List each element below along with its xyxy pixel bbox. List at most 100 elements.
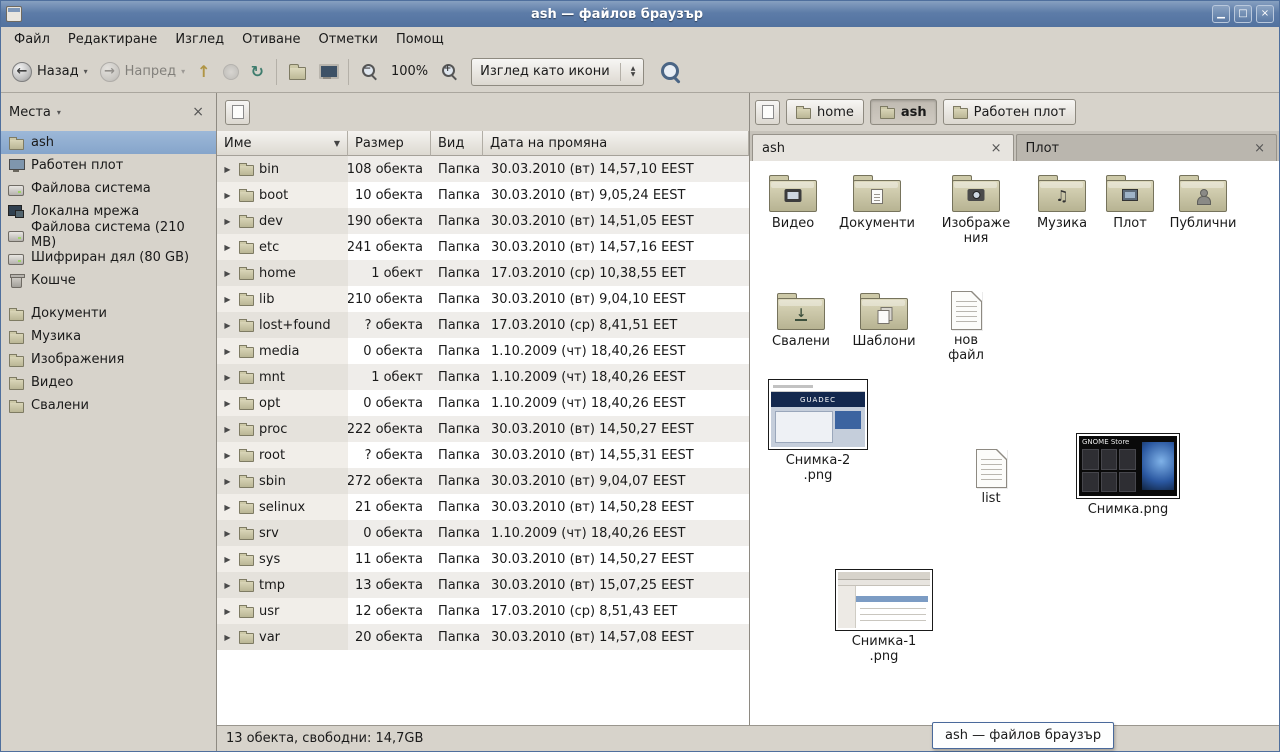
expander-icon[interactable]: ▶	[222, 243, 233, 252]
sidebar-close-button[interactable]: ×	[188, 104, 208, 120]
expander-icon[interactable]: ▶	[222, 529, 233, 538]
tree-row-home[interactable]: ▶home1 обектПапка17.03.2010 (ср) 10,38,5…	[217, 260, 749, 286]
tab-close-icon[interactable]: ×	[989, 141, 1004, 156]
sidebar-item-filesystem-210mb[interactable]: Файлова система (210 MB)	[1, 223, 216, 246]
tree-row-root[interactable]: ▶root? обектаПапка30.03.2010 (вт) 14,55,…	[217, 442, 749, 468]
tree-row-sbin[interactable]: ▶sbin272 обектаПапка30.03.2010 (вт) 9,04…	[217, 468, 749, 494]
close-button[interactable]: ×	[1256, 5, 1274, 23]
sidebar-mode-select[interactable]: Места ▾	[9, 105, 61, 120]
expander-icon[interactable]: ▶	[222, 425, 233, 434]
expander-icon[interactable]: ▶	[222, 321, 233, 330]
expander-icon[interactable]: ▶	[222, 581, 233, 590]
tree-row-dev[interactable]: ▶dev190 обектаПапка30.03.2010 (вт) 14,51…	[217, 208, 749, 234]
menu-edit[interactable]: Редактиране	[59, 29, 166, 50]
expander-icon[interactable]: ▶	[222, 477, 233, 486]
pathbar-edit-button[interactable]	[755, 100, 780, 125]
file-item-music[interactable]: ♫Музика	[1027, 173, 1097, 231]
file-item-new-file[interactable]: нов файл	[934, 291, 998, 363]
path-button-home[interactable]: home	[786, 99, 864, 125]
sidebar-item-ash[interactable]: ash	[1, 131, 216, 154]
tree-row-mnt[interactable]: ▶mnt1 обектПапка1.10.2009 (чт) 18,40,26 …	[217, 364, 749, 390]
sidebar-item-documents[interactable]: Документи	[1, 302, 216, 325]
search-button[interactable]	[654, 55, 687, 88]
home-button[interactable]	[284, 58, 311, 85]
tree-row-lost+found[interactable]: ▶lost+found? обектаПапка17.03.2010 (ср) …	[217, 312, 749, 338]
sidebar-item-encrypted-80gb[interactable]: Шифриран дял (80 GB)	[1, 246, 216, 269]
up-button[interactable]: ↑	[192, 58, 215, 86]
expander-icon[interactable]: ▶	[222, 373, 233, 382]
file-item-downloads[interactable]: ↓Свалени	[766, 291, 836, 349]
expander-icon[interactable]: ▶	[222, 503, 233, 512]
tree-row-lib[interactable]: ▶lib210 обектаПапка30.03.2010 (вт) 9,04,…	[217, 286, 749, 312]
column-header-size[interactable]: Размер	[348, 131, 431, 156]
view-mode-select[interactable]: Изглед като икони ▲▼	[471, 58, 644, 86]
tree-row-proc[interactable]: ▶proc222 обектаПапка30.03.2010 (вт) 14,5…	[217, 416, 749, 442]
menu-view[interactable]: Изглед	[166, 29, 233, 50]
file-item-snimka-2[interactable]: GUADECСнимка-2.png	[768, 379, 868, 483]
window-menu-icon[interactable]	[6, 6, 22, 22]
expander-icon[interactable]: ▶	[222, 399, 233, 408]
column-header-type[interactable]: Вид	[431, 131, 483, 156]
menu-bookmarks[interactable]: Отметки	[309, 29, 386, 50]
tree-row-bin[interactable]: ▶bin108 обектаПапка30.03.2010 (вт) 14,57…	[217, 156, 749, 182]
tree-row-tmp[interactable]: ▶tmp13 обектаПапка30.03.2010 (вт) 15,07,…	[217, 572, 749, 598]
tree-row-usr[interactable]: ▶usr12 обектаПапка17.03.2010 (ср) 8,51,4…	[217, 598, 749, 624]
tree-row-boot[interactable]: ▶boot10 обектаПапка30.03.2010 (вт) 9,05,…	[217, 182, 749, 208]
file-item-templates[interactable]: Шаблони	[848, 291, 920, 349]
tab-plot[interactable]: Плот×	[1016, 134, 1278, 161]
expander-icon[interactable]: ▶	[222, 217, 233, 226]
sidebar-item-filesystem[interactable]: Файлова система	[1, 177, 216, 200]
forward-button[interactable]: → Напред ▾	[95, 57, 191, 87]
file-item-desktop[interactable]: Плот	[1099, 173, 1161, 231]
sidebar-item-trash[interactable]: Кошче	[1, 269, 216, 292]
tree-row-etc[interactable]: ▶etc241 обектаПапка30.03.2010 (вт) 14,57…	[217, 234, 749, 260]
expander-icon[interactable]: ▶	[222, 295, 233, 304]
file-item-list[interactable]: list	[960, 449, 1022, 506]
sidebar-item-downloads[interactable]: Свалени	[1, 394, 216, 417]
back-button[interactable]: ← Назад ▾	[7, 57, 93, 87]
path-button-desktop[interactable]: Работен плот	[943, 99, 1076, 125]
stop-button[interactable]	[218, 59, 244, 85]
file-item-documents[interactable]: Документи	[838, 173, 916, 231]
expander-icon[interactable]: ▶	[222, 633, 233, 642]
sidebar-item-music[interactable]: Музика	[1, 325, 216, 348]
file-item-public[interactable]: Публични	[1167, 173, 1239, 231]
expander-icon[interactable]: ▶	[222, 555, 233, 564]
zoom-out-button[interactable]: −	[356, 58, 383, 85]
sidebar-item-desktop[interactable]: Работен плот	[1, 154, 216, 177]
location-toggle-button[interactable]	[225, 100, 250, 125]
path-button-ash[interactable]: ash	[870, 99, 937, 125]
zoom-in-button[interactable]: +	[436, 58, 463, 85]
tree-row-media[interactable]: ▶media0 обектаПапка1.10.2009 (чт) 18,40,…	[217, 338, 749, 364]
expander-icon[interactable]: ▶	[222, 269, 233, 278]
tree-row-sys[interactable]: ▶sys11 обектаПапка30.03.2010 (вт) 14,50,…	[217, 546, 749, 572]
expander-icon[interactable]: ▶	[222, 347, 233, 356]
minimize-button[interactable]: ▁	[1212, 5, 1230, 23]
tree-row-srv[interactable]: ▶srv0 обектаПапка1.10.2009 (чт) 18,40,26…	[217, 520, 749, 546]
sidebar-item-video[interactable]: Видео	[1, 371, 216, 394]
menu-go[interactable]: Отиване	[233, 29, 309, 50]
reload-button[interactable]: ↻	[246, 58, 269, 86]
folder-icon	[237, 240, 255, 254]
expander-icon[interactable]: ▶	[222, 451, 233, 460]
file-item-video[interactable]: Видео	[760, 173, 826, 231]
file-item-images[interactable]: Изображения	[936, 173, 1016, 246]
menu-file[interactable]: Файл	[5, 29, 59, 50]
tree-row-var[interactable]: ▶var20 обектаПапка30.03.2010 (вт) 14,57,…	[217, 624, 749, 650]
sidebar-item-images[interactable]: Изображения	[1, 348, 216, 371]
maximize-button[interactable]: □	[1234, 5, 1252, 23]
expander-icon[interactable]: ▶	[222, 191, 233, 200]
file-item-snimka[interactable]: GNOME StoreСнимка.png	[1076, 433, 1180, 517]
file-item-snimka-1[interactable]: Снимка-1.png	[834, 569, 934, 664]
tab-ash[interactable]: ash×	[752, 134, 1014, 161]
tab-close-icon[interactable]: ×	[1252, 141, 1267, 156]
menu-help[interactable]: Помощ	[387, 29, 453, 50]
back-dropdown-icon[interactable]: ▾	[84, 67, 88, 76]
column-header-name[interactable]: Име▼	[217, 131, 348, 156]
tree-row-selinux[interactable]: ▶selinux21 обектаПапка30.03.2010 (вт) 14…	[217, 494, 749, 520]
tree-row-opt[interactable]: ▶opt0 обектаПапка1.10.2009 (чт) 18,40,26…	[217, 390, 749, 416]
expander-icon[interactable]: ▶	[222, 607, 233, 616]
column-header-date[interactable]: Дата на промяна	[483, 131, 749, 156]
computer-button[interactable]	[313, 59, 341, 84]
expander-icon[interactable]: ▶	[222, 165, 233, 174]
